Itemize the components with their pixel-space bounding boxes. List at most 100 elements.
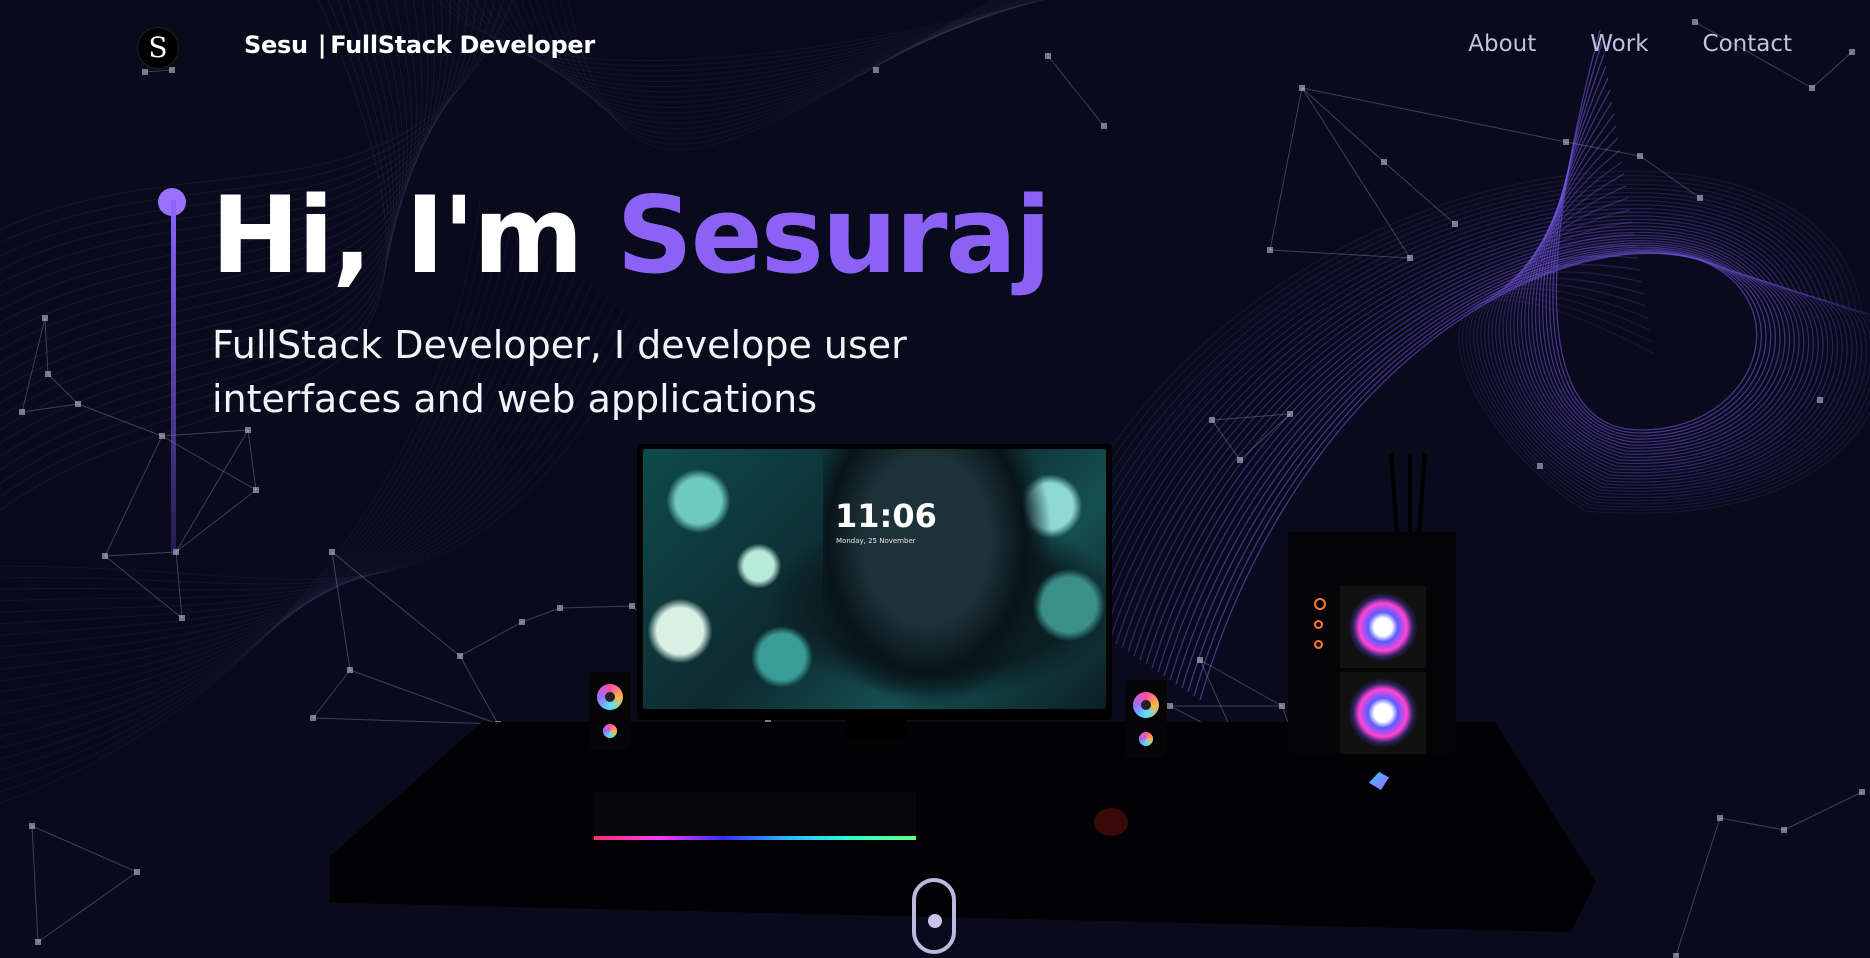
network-edge: [1383, 161, 1456, 225]
speaker-ring: [1139, 732, 1153, 746]
network-node: [142, 69, 148, 75]
background-wave-line: [559, 0, 999, 145]
speaker-ring: [1133, 692, 1159, 718]
background-wave-line: [1175, 77, 1776, 685]
mouse: [1094, 808, 1128, 836]
network-node: [1167, 703, 1173, 709]
background-wave-line: [1043, 175, 1870, 597]
background-wave-line: [1181, 65, 1772, 689]
nav-work[interactable]: Work: [1590, 31, 1648, 57]
network-node: [134, 869, 140, 875]
network-node: [1452, 221, 1458, 227]
network-node: [1209, 417, 1215, 423]
network-node: [1717, 815, 1723, 821]
network-edge: [1047, 55, 1105, 127]
hero-greeting: Hi, I'm: [211, 174, 584, 297]
network-edge: [104, 551, 177, 557]
network-node: [1045, 53, 1051, 59]
network-node: [1637, 153, 1643, 159]
scroll-wheel-dot: [928, 914, 942, 928]
network-node: [42, 315, 48, 321]
case-led: [1314, 640, 1323, 649]
monitor-screen: 11:06 Monday, 25 November: [643, 449, 1106, 709]
lockscreen-clock: 11:06: [835, 497, 937, 535]
network-node: [1101, 123, 1107, 129]
network-node: [873, 67, 879, 73]
brand-name: Sesu: [244, 31, 308, 59]
mouse-scroll-icon[interactable]: [912, 878, 956, 954]
network-node: [1197, 657, 1203, 663]
nav-contact[interactable]: Contact: [1703, 31, 1792, 57]
background-wave-line: [544, 0, 1006, 135]
case-led: [1314, 620, 1323, 629]
network-edge: [21, 403, 79, 413]
network-node: [19, 409, 25, 415]
network-node: [1697, 195, 1703, 201]
network-node: [169, 67, 175, 73]
network-edge: [31, 825, 39, 943]
background-wave-line: [528, 0, 1013, 124]
network-node: [1817, 397, 1823, 403]
logo[interactable]: S: [137, 27, 179, 69]
network-node: [35, 939, 41, 945]
speaker-right: [1125, 680, 1167, 758]
network-edge: [1199, 659, 1283, 707]
keyboard-rgb-strip: [594, 836, 916, 840]
network-edge: [104, 555, 183, 619]
wallpaper-figure: [823, 449, 1053, 709]
brand-title: Sesu | FullStack Developer: [244, 31, 595, 59]
network-node: [1809, 85, 1815, 91]
network-edge: [331, 551, 461, 657]
network-edge: [1639, 155, 1701, 199]
case-led: [1314, 598, 1326, 610]
router-antenna: [1408, 454, 1412, 534]
network-node: [1237, 457, 1243, 463]
background-wave-line: [567, 0, 995, 151]
network-node: [159, 433, 165, 439]
network-node: [1781, 827, 1787, 833]
network-edge: [459, 621, 523, 657]
network-node: [75, 401, 81, 407]
lockscreen-date: Monday, 25 November: [836, 537, 916, 545]
network-edge: [1301, 87, 1567, 143]
network-edge: [459, 655, 499, 725]
network-edge: [349, 669, 499, 725]
network-edge: [559, 605, 633, 609]
accent-line: [171, 200, 176, 555]
network-node: [1859, 789, 1865, 795]
keyboard: [594, 792, 916, 840]
network-node: [310, 715, 316, 721]
network-edge: [1811, 51, 1853, 89]
network-edge: [1675, 817, 1721, 957]
hero-name: Sesuraj: [616, 174, 1051, 297]
network-edge: [31, 825, 138, 873]
network-edge: [77, 403, 163, 437]
network-node: [1381, 159, 1387, 165]
monitor-stand: [846, 718, 906, 738]
network-edge: [104, 435, 163, 557]
nav-about[interactable]: About: [1468, 31, 1536, 57]
network-node: [245, 427, 251, 433]
network-node: [1407, 255, 1413, 261]
network-node: [29, 823, 35, 829]
network-node: [1267, 247, 1273, 253]
background-wave-line: [1193, 41, 1762, 697]
hero-subtitle: FullStack Developer, I develope user int…: [212, 323, 907, 421]
background-wave-line: [1079, 200, 1853, 621]
network-node: [557, 605, 563, 611]
background-wave-line: [1139, 149, 1805, 661]
network-edge: [312, 717, 499, 725]
network-edge: [1269, 87, 1303, 251]
network-node: [1299, 85, 1305, 91]
network-node: [1692, 19, 1698, 25]
network-node: [457, 653, 463, 659]
network-node: [1563, 139, 1569, 145]
brand-role: FullStack Developer: [330, 31, 595, 59]
network-edge: [161, 435, 257, 491]
network-node: [102, 553, 108, 559]
network-node: [1673, 953, 1679, 958]
speaker-left: [589, 672, 631, 750]
network-node: [1537, 463, 1543, 469]
network-node: [45, 371, 51, 377]
network-edge: [1301, 87, 1411, 259]
